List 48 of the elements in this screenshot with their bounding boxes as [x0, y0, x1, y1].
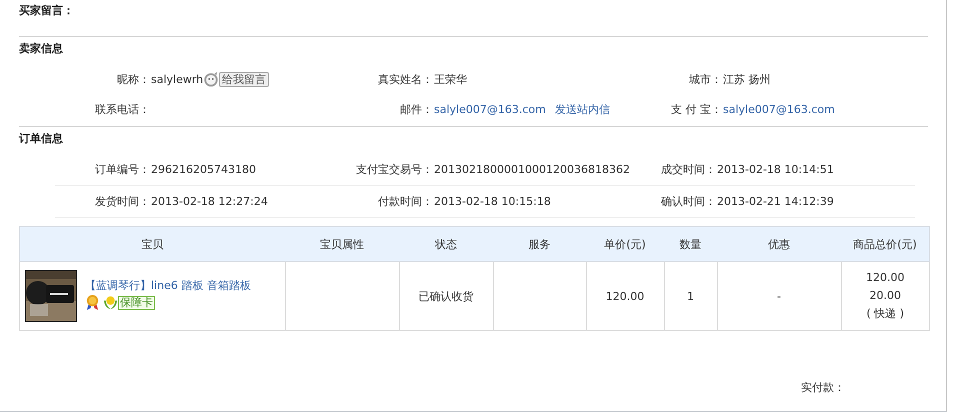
- column-header: 宝贝: [20, 226, 285, 262]
- field-value: 2013-02-21 14:12:39: [717, 195, 834, 208]
- payment-label: 实付款：: [801, 381, 845, 394]
- table-cell: -: [717, 262, 841, 330]
- link[interactable]: salyle007@163.com: [723, 102, 835, 116]
- chat-face-icon[interactable]: [203, 71, 220, 87]
- field-label: 支 付 宝：: [670, 102, 722, 116]
- field-value: 2013-02-18 12:27:24: [151, 195, 268, 208]
- message-button[interactable]: 给我留言: [219, 72, 270, 86]
- field-label: 昵称：: [116, 72, 150, 86]
- buyer-message-label: 买家留言：: [19, 4, 75, 19]
- column-header: 商品总价(元): [841, 226, 930, 262]
- field-value: 296216205743180: [151, 163, 256, 176]
- total-line: 20.00: [868, 288, 902, 304]
- field-value: 2013-02-18 10:15:18: [434, 195, 551, 208]
- field-value: 2013-02-18 10:14:51: [717, 163, 834, 176]
- column-header: 宝贝属性: [285, 226, 399, 262]
- field-label: 订单编号：: [94, 162, 150, 177]
- column-header: 服务: [493, 226, 586, 262]
- guarantee-badge[interactable]: 保障卡: [118, 296, 155, 310]
- section-title: 卖家信息: [19, 42, 64, 57]
- field-value: 2013021800001000120036818362: [434, 163, 630, 176]
- medal-icon: [85, 294, 100, 311]
- field-label: 真实姓名：: [377, 72, 433, 86]
- field-label: 支付宝交易号：: [355, 162, 433, 177]
- link[interactable]: salyle007@163.com: [434, 102, 546, 116]
- column-header: 状态: [399, 226, 493, 262]
- total-line: ( 快递 ): [865, 306, 906, 322]
- table-cell: 120.00: [586, 262, 664, 330]
- field-label: 邮件：: [399, 102, 433, 116]
- field-label: 联系电话：: [94, 102, 150, 116]
- column-header: 单价(元): [586, 226, 664, 262]
- total-line: 120.00: [865, 270, 906, 286]
- field-label: 付款时间：: [377, 194, 433, 209]
- field-value: 江苏 扬州: [723, 72, 770, 86]
- column-header: 优惠: [717, 226, 841, 262]
- table-cell: 1: [664, 262, 717, 330]
- field-label: 发货时间：: [94, 194, 150, 209]
- field-label: 确认时间：: [660, 194, 716, 209]
- section-title: 订单信息: [19, 132, 64, 147]
- column-header: 数量: [664, 226, 717, 262]
- product-link[interactable]: 【蓝调琴行】line6 踏板 音箱踏板: [85, 279, 251, 292]
- field-value: 王荣华: [434, 72, 467, 86]
- table-cell: 已确认收货: [399, 262, 493, 330]
- field-label: 城市：: [688, 72, 722, 86]
- link[interactable]: 发送站内信: [554, 102, 610, 116]
- flower-hands-icon: [103, 295, 118, 310]
- field-value: salylewrh: [151, 72, 204, 86]
